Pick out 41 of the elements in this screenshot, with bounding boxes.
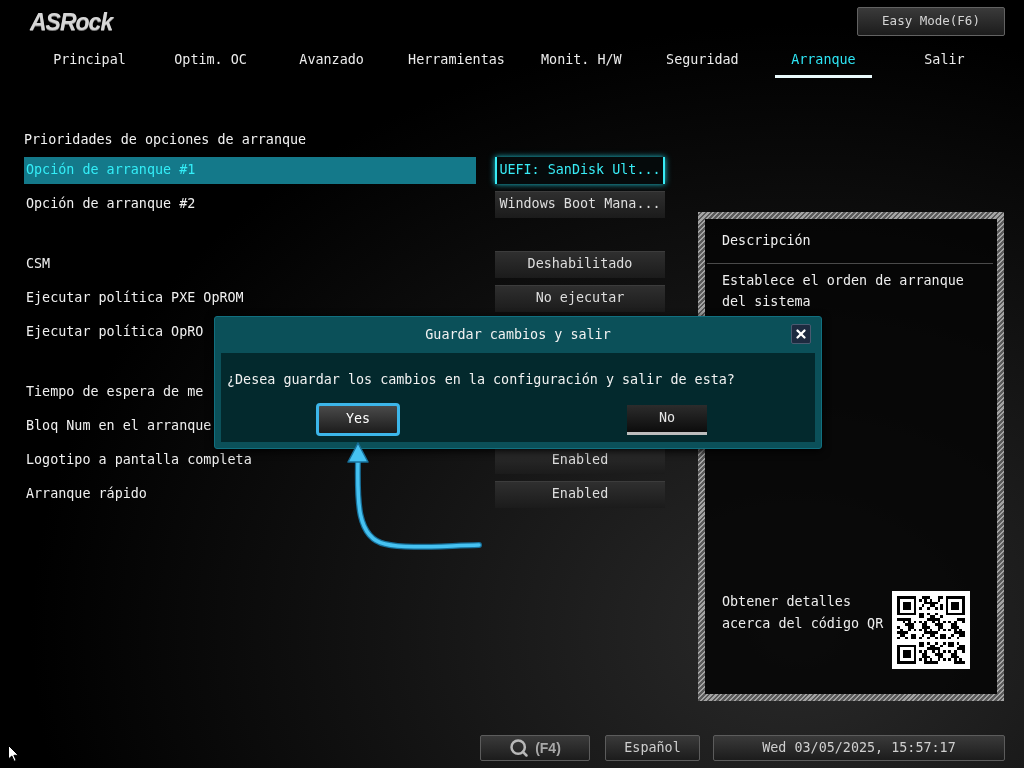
- search-button[interactable]: (F4): [480, 735, 590, 761]
- search-icon: [509, 738, 530, 758]
- setting-value-button[interactable]: No ejecutar: [495, 284, 665, 312]
- setting-value-button[interactable]: Windows Boot Mana...: [495, 190, 665, 218]
- mouse-cursor-icon: [8, 745, 19, 762]
- easy-mode-button[interactable]: Easy Mode(F6): [857, 7, 1005, 36]
- nav-tab[interactable]: Arranque: [775, 46, 872, 78]
- nav-tab[interactable]: Herramientas: [392, 46, 521, 78]
- setting-value-button[interactable]: UEFI: SanDisk Ult...: [495, 156, 665, 184]
- nav-tab[interactable]: Seguridad: [650, 46, 755, 78]
- language-button[interactable]: Español: [605, 735, 700, 761]
- dialog-message: ¿Desea guardar los cambios en la configuración y salir de esta?: [226, 371, 736, 389]
- setting-label: Opción de arranque #2: [25, 194, 197, 213]
- dialog-button[interactable]: Yes: [316, 403, 400, 436]
- setting-value-button[interactable]: Deshabilitado: [495, 250, 665, 278]
- close-button[interactable]: [791, 324, 811, 344]
- setting-value-button[interactable]: Enabled: [495, 480, 665, 508]
- nav-tab[interactable]: Optim. OC: [158, 46, 263, 78]
- setting-label: Ejecutar política OpRO: [25, 322, 205, 341]
- setting-label: Logotipo a pantalla completa: [25, 450, 253, 469]
- nav-tab[interactable]: Monit. H/W: [525, 46, 638, 78]
- section-heading: Prioridades de opciones de arranque: [24, 130, 307, 149]
- close-icon: [794, 327, 808, 341]
- qr-code-icon: [892, 591, 970, 669]
- nav-tab[interactable]: Salir: [908, 46, 981, 78]
- description-text: Establece el orden de arranque del sistema: [721, 272, 965, 311]
- setting-label: CSM: [25, 254, 52, 273]
- setting-label: Ejecutar política PXE OpROM: [25, 288, 245, 307]
- setting-label: Opción de arranque #1: [24, 156, 476, 184]
- description-title: Descripción: [722, 231, 811, 250]
- setting-label: Tiempo de espera de me: [25, 382, 205, 401]
- dialog-title: Guardar cambios y salir: [425, 325, 611, 344]
- qr-code-caption: Obtener detalles acerca del código QR: [722, 593, 885, 633]
- nav-tab[interactable]: Principal: [37, 46, 142, 78]
- date-time-display: Wed 03/05/2025, 15:57:17: [713, 735, 1005, 761]
- nav-tab[interactable]: Avanzado: [283, 46, 380, 78]
- setting-label: Bloq Num en el arranque: [25, 416, 213, 435]
- dialog-button[interactable]: No: [627, 404, 707, 435]
- setting-label: Arranque rápido: [25, 484, 148, 503]
- search-key-label: (F4): [535, 738, 561, 758]
- logo: ASRock: [30, 8, 113, 36]
